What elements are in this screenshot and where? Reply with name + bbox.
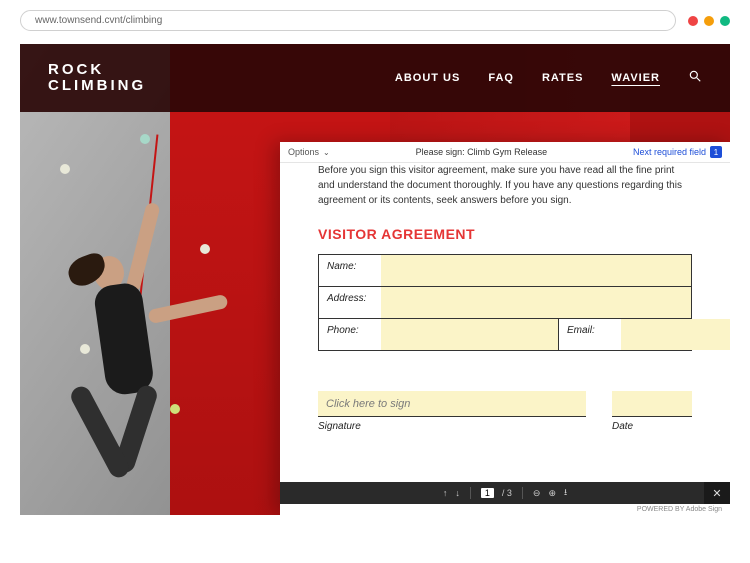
download-icon[interactable]: ⭳	[564, 485, 567, 501]
page-up-icon[interactable]: ↑	[443, 488, 448, 498]
page-down-icon[interactable]: ↓	[455, 488, 460, 498]
esign-powered-by: POWERED BY Adobe Sign	[280, 504, 730, 515]
esign-topbar: Options ⌄ Please sign: Climb Gym Release…	[280, 142, 730, 163]
esign-body: Before you sign this visitor agreement, …	[280, 163, 730, 482]
page-total: / 3	[502, 488, 512, 498]
zoom-out-icon[interactable]: ⊖	[533, 488, 541, 499]
zoom-in-icon[interactable]: ⊕	[548, 488, 556, 499]
phone-label: Phone:	[319, 319, 381, 350]
phone-field[interactable]	[381, 319, 558, 350]
date-caption: Date	[612, 421, 692, 432]
nav-rates[interactable]: RATES	[542, 72, 583, 84]
page-current[interactable]: 1	[481, 488, 494, 498]
name-field[interactable]	[381, 255, 691, 286]
name-label: Name:	[319, 255, 381, 286]
nav-wavier[interactable]: WAVIER	[611, 72, 660, 84]
window-controls	[688, 16, 730, 26]
signature-caption: Signature	[318, 421, 586, 432]
brand-line2: CLIMBING	[48, 78, 146, 95]
esign-toolbar: ↑ ↓ 1 / 3 ⊖ ⊕ ⭳ ✕	[280, 482, 730, 504]
esign-next-required[interactable]: Next required field 1	[633, 146, 722, 158]
climber-photo	[40, 194, 260, 514]
signature-field[interactable]: Click here to sign	[318, 391, 586, 417]
esign-panel: Options ⌄ Please sign: Climb Gym Release…	[280, 142, 730, 515]
esign-next-label: Next required field	[633, 147, 706, 157]
nav-faq[interactable]: FAQ	[488, 72, 514, 84]
agreement-heading: VISITOR AGREEMENT	[318, 226, 692, 242]
esign-options-menu[interactable]: Options ⌄	[288, 147, 330, 157]
brand-line1: ROCK	[48, 62, 146, 79]
agreement-form: Name: Address: Phone: E	[318, 254, 692, 351]
address-field[interactable]	[381, 287, 691, 318]
search-icon[interactable]	[688, 69, 702, 88]
address-label: Address:	[319, 287, 381, 318]
email-field[interactable]	[621, 319, 730, 350]
esign-options-label: Options	[288, 147, 319, 157]
site-header: ROCK CLIMBING ABOUT US FAQ RATES WAVIER	[20, 44, 730, 112]
minimize-window-icon[interactable]	[704, 16, 714, 26]
nav-about[interactable]: ABOUT US	[395, 72, 460, 84]
esign-doc-title: Please sign: Climb Gym Release	[330, 147, 633, 157]
chevron-down-icon: ⌄	[323, 148, 330, 157]
main-nav: ABOUT US FAQ RATES WAVIER	[395, 69, 702, 88]
date-field[interactable]	[612, 391, 692, 417]
browser-bar: www.townsend.cvnt/climbing	[0, 0, 750, 41]
esign-close-button[interactable]: ✕	[704, 482, 730, 504]
maximize-window-icon[interactable]	[720, 16, 730, 26]
url-input[interactable]: www.townsend.cvnt/climbing	[20, 10, 676, 31]
site-logo[interactable]: ROCK CLIMBING	[48, 62, 146, 95]
email-label: Email:	[559, 319, 621, 350]
agreement-intro: Before you sign this visitor agreement, …	[318, 163, 692, 208]
signature-row: Click here to sign Signature Date	[318, 391, 692, 432]
esign-next-count: 1	[710, 146, 722, 158]
site-frame: ROCK CLIMBING ABOUT US FAQ RATES WAVIER …	[20, 44, 730, 515]
close-window-icon[interactable]	[688, 16, 698, 26]
